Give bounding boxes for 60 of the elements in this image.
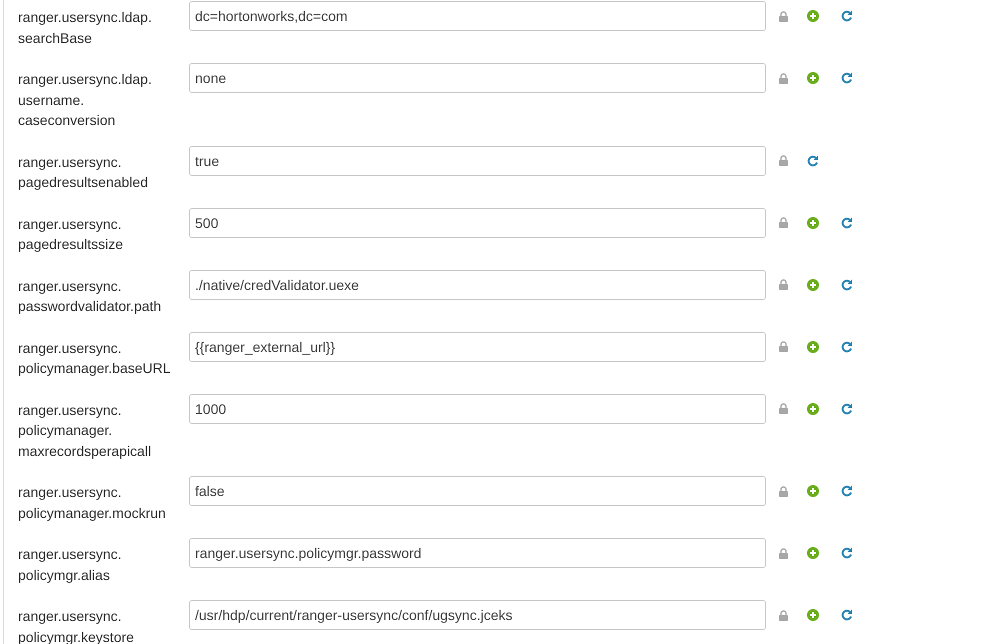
override-button[interactable] bbox=[807, 547, 819, 559]
override-button[interactable] bbox=[807, 278, 819, 290]
property-name: username. bbox=[18, 90, 86, 110]
refresh-button[interactable] bbox=[841, 278, 853, 290]
override-button[interactable] bbox=[807, 402, 819, 414]
value-field[interactable]: /usr/hdp/current/ranger-usersync/conf/ugsync.jceks bbox=[189, 600, 766, 630]
property-name: ranger.usersync. bbox=[18, 607, 122, 626]
value-field[interactable]: false bbox=[189, 476, 766, 506]
refresh-button[interactable] bbox=[807, 154, 819, 166]
property-name: pagedresultssize bbox=[18, 235, 124, 254]
property-name: searchBase bbox=[18, 28, 93, 48]
property-name: ranger.usersync. bbox=[18, 483, 122, 502]
lock-icon bbox=[779, 217, 788, 228]
value-field[interactable]: dc=hortonworks,dc=com bbox=[189, 1, 766, 31]
value-field[interactable]: 1000 bbox=[189, 394, 766, 424]
property-name: ranger.usersync.ldap. bbox=[18, 70, 153, 89]
property-name: ranger.usersync. bbox=[18, 545, 122, 564]
override-button[interactable] bbox=[807, 72, 819, 84]
property-name: caseconversion bbox=[18, 111, 116, 130]
refresh-button[interactable] bbox=[841, 216, 853, 228]
value-field[interactable]: ranger.usersync.policymgr.password bbox=[189, 538, 766, 568]
property-name: ranger.usersync. bbox=[18, 338, 122, 358]
lock-icon bbox=[779, 403, 788, 414]
value-field[interactable]: none bbox=[189, 63, 766, 93]
value-field[interactable]: true bbox=[189, 146, 766, 176]
lock-icon bbox=[779, 155, 788, 166]
refresh-button[interactable] bbox=[841, 340, 853, 352]
lock-icon bbox=[779, 486, 788, 496]
refresh-button[interactable] bbox=[841, 609, 853, 621]
property-name: ranger.usersync. bbox=[18, 400, 122, 420]
property-name: ranger.usersync. bbox=[18, 276, 122, 296]
refresh-button[interactable] bbox=[841, 72, 853, 84]
property-name: passwordvalidator.path bbox=[18, 297, 162, 316]
value-field[interactable]: {{ranger_external_url}} bbox=[189, 332, 766, 362]
value-field[interactable]: ./native/credValidator.uexe bbox=[189, 270, 766, 300]
lock-icon bbox=[779, 279, 788, 290]
property-name: ranger.usersync.ldap. bbox=[18, 8, 153, 27]
value-field[interactable]: 500 bbox=[189, 208, 766, 238]
property-name: policymgr.alias bbox=[18, 566, 111, 585]
refresh-button[interactable] bbox=[841, 402, 853, 414]
lock-icon bbox=[779, 72, 788, 84]
lock-icon bbox=[779, 610, 788, 620]
override-button[interactable] bbox=[807, 609, 819, 621]
property-name: ranger.usersync. bbox=[18, 214, 122, 234]
override-button[interactable] bbox=[807, 485, 819, 497]
property-name: maxrecordsperapicall bbox=[18, 442, 152, 461]
lock-icon bbox=[779, 341, 788, 352]
override-button[interactable] bbox=[807, 216, 819, 228]
property-name: pagedresultsenabled bbox=[18, 173, 149, 192]
refresh-button[interactable] bbox=[841, 10, 853, 22]
lock-icon bbox=[779, 10, 788, 22]
property-name: policymanager. bbox=[18, 421, 114, 440]
override-button[interactable] bbox=[807, 340, 819, 352]
override-button[interactable] bbox=[807, 10, 819, 22]
property-name: ranger.usersync. bbox=[18, 152, 122, 172]
property-name: policymanager.baseURL bbox=[18, 359, 172, 378]
property-name: policymanager.mockrun bbox=[18, 504, 167, 523]
refresh-button[interactable] bbox=[841, 485, 853, 497]
lock-icon bbox=[779, 548, 788, 558]
refresh-button[interactable] bbox=[841, 547, 853, 559]
